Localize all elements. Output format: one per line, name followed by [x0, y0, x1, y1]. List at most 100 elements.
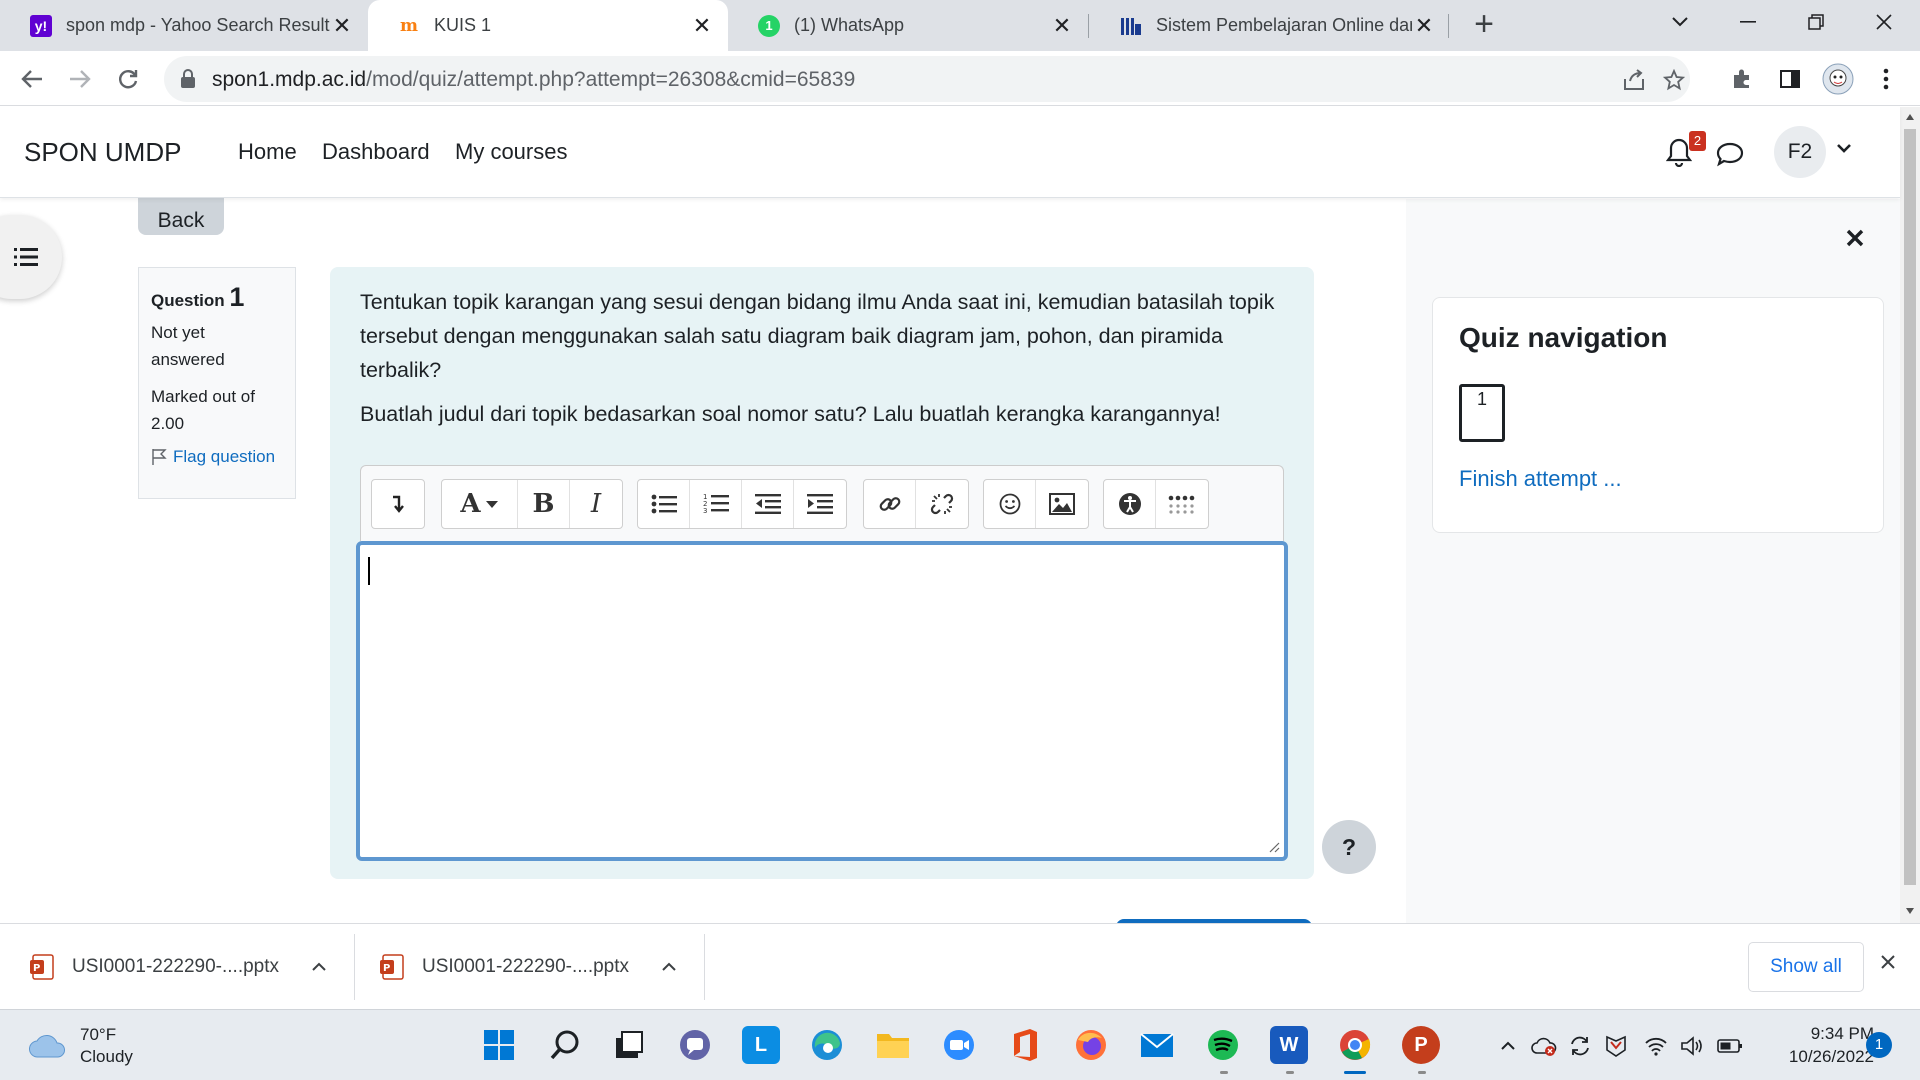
accessibility-checker-icon[interactable]	[1104, 480, 1156, 528]
word-running-indicator	[1286, 1071, 1294, 1074]
extensions-puzzle-icon[interactable]	[1724, 61, 1760, 97]
powerpoint-running-indicator	[1418, 1071, 1426, 1074]
minimize-icon[interactable]	[1720, 0, 1776, 44]
tab-yahoo-search[interactable]: y! spon mdp - Yahoo Search Results ✕	[0, 0, 368, 51]
quiz-nav-question-1[interactable]: 1	[1459, 384, 1505, 442]
paragraph-style-icon[interactable]: A	[442, 480, 518, 528]
chevron-up-icon[interactable]	[311, 962, 327, 972]
screen-reader-helper-icon[interactable]	[1156, 480, 1208, 528]
reload-icon[interactable]	[110, 61, 146, 97]
close-window-icon[interactable]	[1856, 0, 1912, 44]
volume-icon[interactable]	[1678, 1032, 1706, 1060]
firefox-icon[interactable]	[1072, 1026, 1110, 1064]
spotify-icon[interactable]	[1204, 1026, 1242, 1064]
unlink-icon[interactable]	[916, 480, 968, 528]
weather-widget[interactable]: 70°F Cloudy	[28, 1024, 133, 1068]
battery-icon[interactable]	[1716, 1032, 1744, 1060]
bookmark-star-icon[interactable]	[1660, 66, 1688, 94]
notification-center-badge[interactable]: 1	[1866, 1032, 1892, 1058]
sync-icon[interactable]	[1566, 1032, 1594, 1060]
close-tab-icon[interactable]: ✕	[330, 13, 354, 38]
scroll-up-arrow-icon[interactable]	[1905, 113, 1915, 121]
nav-dashboard[interactable]: Dashboard	[322, 139, 430, 165]
list-icon	[14, 248, 38, 266]
download-item-1[interactable]: P USI0001-222290-....pptx	[30, 924, 327, 1010]
restore-icon[interactable]	[1788, 0, 1844, 44]
system-clock[interactable]: 9:34 PM 10/26/2022	[1760, 1022, 1874, 1068]
tab-sistem-pembelajaran[interactable]: Sistem Pembelajaran Online dan ✕	[1090, 0, 1450, 51]
powerpoint-icon[interactable]: P	[1402, 1026, 1440, 1064]
close-tab-icon[interactable]: ✕	[1050, 13, 1074, 38]
mail-icon[interactable]	[1138, 1026, 1176, 1064]
course-index-toggle[interactable]	[0, 215, 62, 299]
bold-icon[interactable]: B	[518, 480, 570, 528]
teams-chat-icon[interactable]	[676, 1026, 714, 1064]
ordered-list-icon[interactable]: 123	[690, 480, 742, 528]
flag-question-link[interactable]: Flag question	[151, 447, 283, 467]
answer-textarea[interactable]	[356, 541, 1288, 861]
file-explorer-icon[interactable]	[874, 1026, 912, 1064]
browser-toolbar: spon1.mdp.ac.id/mod/quiz/attempt.php?att…	[0, 51, 1920, 106]
address-bar[interactable]: spon1.mdp.ac.id/mod/quiz/attempt.php?att…	[164, 56, 1690, 102]
italic-icon[interactable]: I	[570, 480, 622, 528]
tab-search-chevron-icon[interactable]	[1652, 0, 1708, 44]
chrome-icon[interactable]	[1336, 1026, 1374, 1064]
resize-handle-icon[interactable]	[1268, 841, 1280, 853]
toolbar-group-insert	[983, 479, 1089, 529]
tab-whatsapp[interactable]: 1 (1) WhatsApp ✕	[728, 0, 1088, 51]
close-tab-icon[interactable]: ✕	[690, 13, 714, 38]
toolbar-group-list: 123	[637, 479, 847, 529]
page-scrollbar-thumb[interactable]	[1904, 129, 1916, 885]
insert-image-icon[interactable]	[1036, 480, 1088, 528]
chrome-menu-icon[interactable]	[1868, 61, 1904, 97]
emoticon-icon[interactable]	[984, 480, 1036, 528]
download-filename: USI0001-222290-....pptx	[422, 956, 630, 977]
unordered-list-icon[interactable]	[638, 480, 690, 528]
word-icon[interactable]: W	[1270, 1026, 1308, 1064]
chrome-active-indicator	[1344, 1071, 1366, 1074]
close-downloads-icon[interactable]	[1880, 954, 1896, 970]
download-item-2[interactable]: P USI0001-222290-....pptx	[380, 924, 677, 1010]
help-button[interactable]: ?	[1322, 820, 1376, 874]
nav-my-courses[interactable]: My courses	[455, 139, 567, 165]
indent-icon[interactable]	[794, 480, 846, 528]
new-tab-button[interactable]: +	[1466, 7, 1502, 44]
antivirus-shield-icon[interactable]	[1602, 1032, 1630, 1060]
web-page: SPON UMDP Home Dashboard My courses 2 F2…	[0, 107, 1920, 923]
link-icon[interactable]	[864, 480, 916, 528]
show-more-buttons-icon[interactable]	[372, 480, 424, 528]
launcher-l-icon[interactable]: L	[742, 1026, 780, 1064]
task-view-icon[interactable]	[610, 1026, 648, 1064]
close-tab-icon[interactable]: ✕	[1412, 13, 1436, 38]
messages-bubble-icon[interactable]	[1716, 141, 1744, 167]
user-menu-chevron-icon[interactable]	[1836, 143, 1852, 153]
close-drawer-icon[interactable]	[1846, 229, 1864, 247]
nav-home[interactable]: Home	[238, 139, 297, 165]
share-icon[interactable]	[1620, 66, 1648, 94]
library-icon	[1120, 15, 1142, 37]
user-avatar[interactable]: F2	[1774, 126, 1826, 178]
zoom-icon[interactable]	[940, 1026, 978, 1064]
search-icon[interactable]	[546, 1026, 584, 1064]
profile-avatar-icon[interactable]	[1820, 61, 1856, 97]
outdent-icon[interactable]	[742, 480, 794, 528]
cloud-sync-error-icon[interactable]	[1530, 1032, 1558, 1060]
downloads-bar: P USI0001-222290-....pptx P USI0001-2222…	[0, 923, 1920, 1009]
forward-arrow-icon[interactable]	[62, 61, 98, 97]
wifi-icon[interactable]	[1642, 1032, 1670, 1060]
scroll-down-arrow-icon[interactable]	[1905, 907, 1915, 915]
site-brand[interactable]: SPON UMDP	[24, 137, 181, 168]
show-hidden-icons-chevron-icon[interactable]	[1494, 1032, 1522, 1060]
show-all-downloads-button[interactable]: Show all	[1748, 942, 1864, 992]
page-scrollbar[interactable]	[1900, 107, 1920, 923]
edge-browser-icon[interactable]	[808, 1026, 846, 1064]
tab-kuis-1[interactable]: m KUIS 1 ✕	[368, 0, 728, 51]
tab-title: Sistem Pembelajaran Online dan	[1156, 15, 1412, 35]
back-arrow-icon[interactable]	[14, 61, 50, 97]
finish-attempt-link[interactable]: Finish attempt ...	[1459, 466, 1622, 492]
chevron-up-icon[interactable]	[661, 962, 677, 972]
office-icon[interactable]	[1006, 1026, 1044, 1064]
windows-start-icon[interactable]	[480, 1026, 518, 1064]
side-panel-icon[interactable]	[1772, 61, 1808, 97]
toolbar-group-style: A B I	[441, 479, 623, 529]
